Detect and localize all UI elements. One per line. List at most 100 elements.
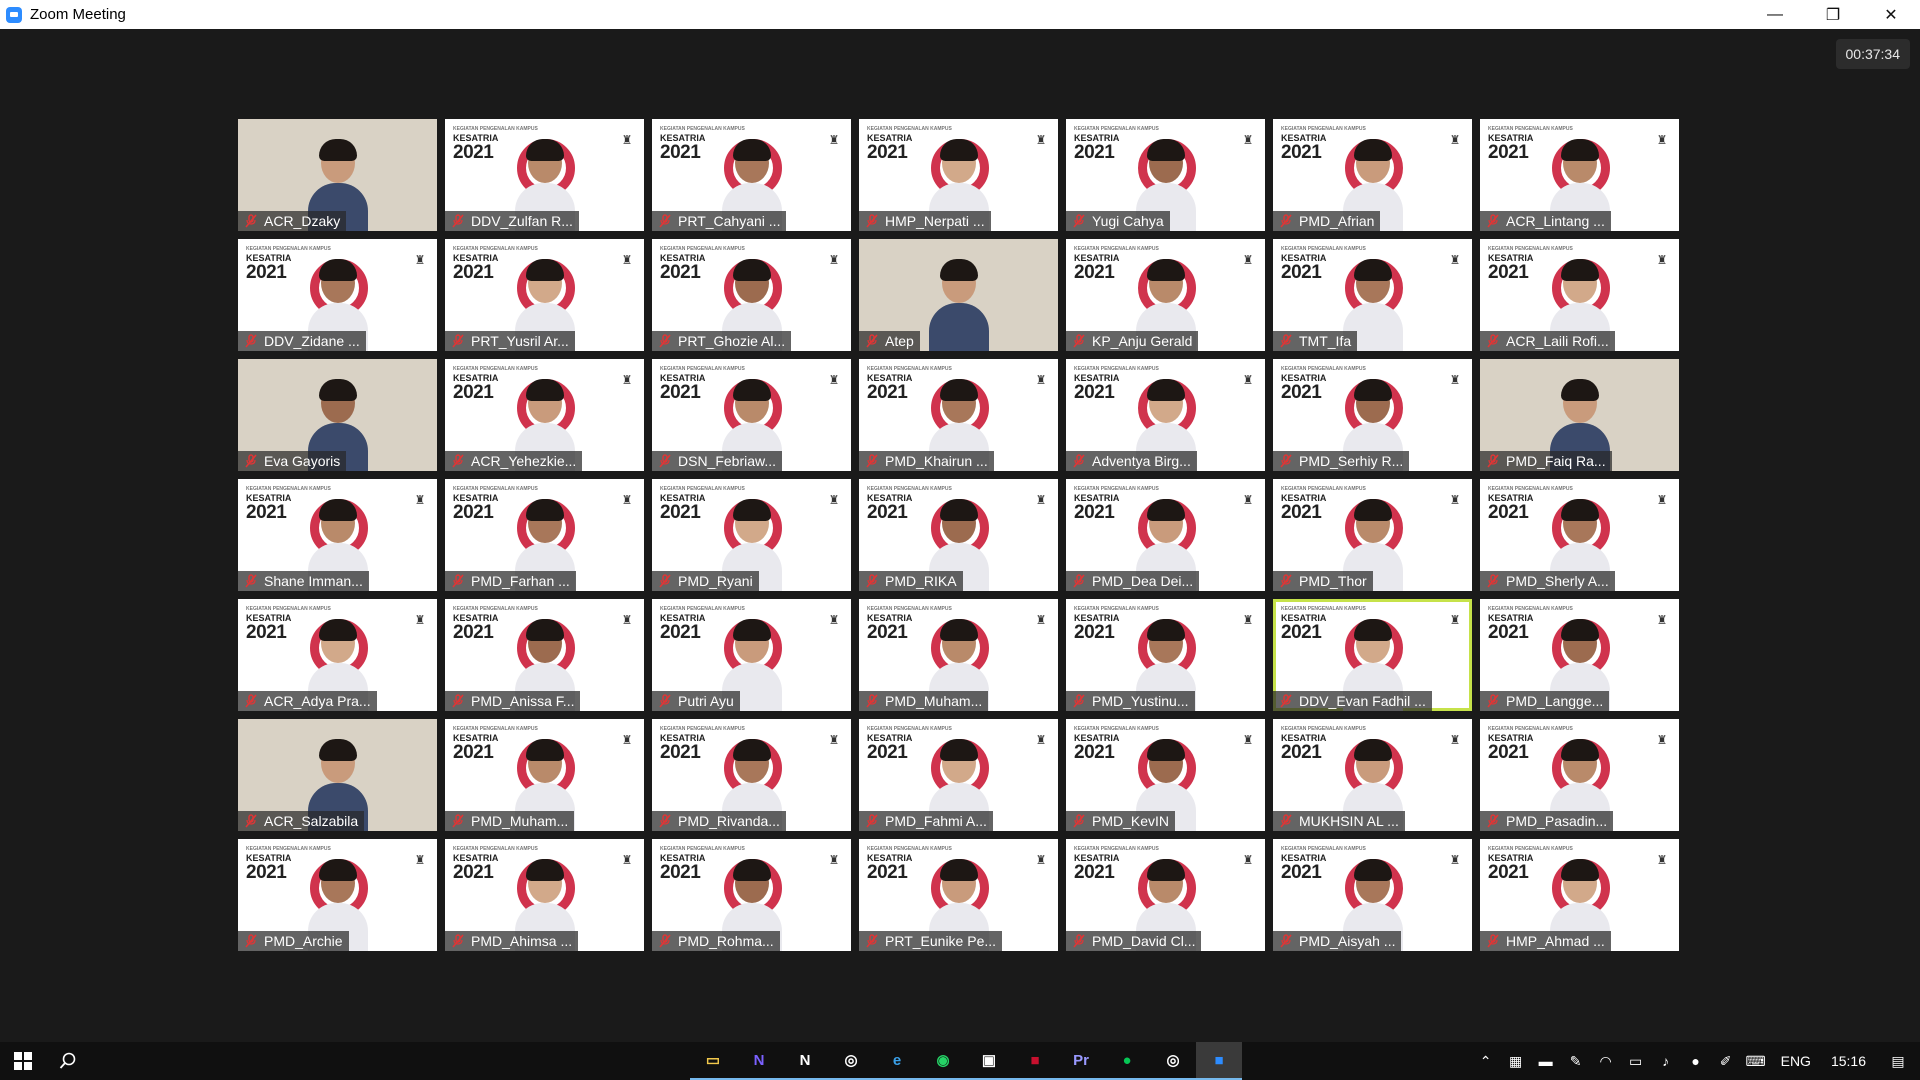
participant-tile[interactable]: KEGIATAN PENGENALAN KAMPUS KESATRIA 2021 ♜ P… [859,719,1058,831]
participant-tile[interactable]: KEGIATAN PENGENALAN KAMPUS KESATRIA 2021 ♜ Y… [1066,119,1265,231]
participant-tile[interactable]: KEGIATAN PENGENALAN KAMPUS KESATRIA 2021 ♜ P… [1273,359,1472,471]
taskbar-onenote-button[interactable]: N [736,1042,782,1080]
participant-tile[interactable]: KEGIATAN PENGENALAN KAMPUS KESATRIA 2021 ♜ P… [1066,599,1265,711]
touch-keyboard-icon[interactable]: ⌨ [1741,1042,1771,1080]
action-center-icon[interactable]: ▤ [1876,1042,1920,1080]
participant-tile[interactable]: KEGIATAN PENGENALAN KAMPUS KESATRIA 2021 ♜ P… [1480,599,1679,711]
participant-tile[interactable]: KEGIATAN PENGENALAN KAMPUS KESATRIA 2021 ♜ A… [1480,119,1679,231]
taskbar-line-button[interactable]: ● [1104,1042,1150,1080]
participant-tile[interactable]: KEGIATAN PENGENALAN KAMPUS KESATRIA 2021 ♜ S… [238,479,437,591]
participant-tile[interactable]: KEGIATAN PENGENALAN KAMPUS KESATRIA 2021 ♜ P… [1066,839,1265,951]
taskbar-chrome-button[interactable]: ◎ [1150,1042,1196,1080]
microphone-icon[interactable]: ● [1681,1042,1711,1080]
participant-tile[interactable]: KEGIATAN PENGENALAN KAMPUS KESATRIA 2021 ♜ P… [445,239,644,351]
logo-text: KEGIATAN PENGENALAN KAMPUS [1281,126,1366,132]
participant-tile[interactable]: KEGIATAN PENGENALAN KAMPUS KESATRIA 2021 ♜ H… [1480,839,1679,951]
participant-tile[interactable]: KEGIATAN PENGENALAN KAMPUS KESATRIA 2021 ♜ P… [859,359,1058,471]
dropbox-icon[interactable]: ▦ [1501,1042,1531,1080]
participant-tile[interactable]: KEGIATAN PENGENALAN KAMPUS KESATRIA 2021 ♜ A… [238,599,437,711]
participant-tile[interactable]: KEGIATAN PENGENALAN KAMPUS KESATRIA 2021 ♜ P… [445,599,644,711]
participant-tile[interactable]: KEGIATAN PENGENALAN KAMPUS KESATRIA 2021 ♜ P… [445,719,644,831]
taskbar-zoom-button[interactable]: ■ [1196,1042,1242,1080]
volume-icon[interactable]: ♪ [1651,1042,1681,1080]
participant-tile[interactable]: KEGIATAN PENGENALAN KAMPUS KESATRIA 2021 ♜ P… [652,599,851,711]
participant-tile[interactable]: KEGIATAN PENGENALAN KAMPUS KESATRIA 2021 ♜ P… [652,239,851,351]
participant-tile[interactable]: KEGIATAN PENGENALAN KAMPUS KESATRIA 2021 ♜ P… [859,479,1058,591]
restore-button[interactable]: ❐ [1804,0,1862,29]
start-button[interactable] [0,1042,46,1080]
participant-tile[interactable]: KEGIATAN PENGENALAN KAMPUS KESATRIA 2021 ♜ P… [445,479,644,591]
participant-tile[interactable]: KEGIATAN PENGENALAN KAMPUS KESATRIA 2021 ♜ P… [859,839,1058,951]
participant-tile[interactable]: KEGIATAN PENGENALAN KAMPUS KESATRIA 2021 ♜ P… [445,839,644,951]
participant-tile[interactable]: Eva Gayoris [238,359,437,471]
taskbar-premiere-button[interactable]: Pr [1058,1042,1104,1080]
search-button[interactable] [46,1042,90,1080]
close-button[interactable]: ✕ [1862,0,1920,29]
participant-tile[interactable]: KEGIATAN PENGENALAN KAMPUS KESATRIA 2021 ♜ P… [652,839,851,951]
participant-tile[interactable]: KEGIATAN PENGENALAN KAMPUS KESATRIA 2021 ♜ P… [652,119,851,231]
participant-tile[interactable]: ACR_Salzabila [238,719,437,831]
taskbar-notion-button[interactable]: N [782,1042,828,1080]
participant-tile[interactable]: KEGIATAN PENGENALAN KAMPUS KESATRIA 2021 ♜ P… [1480,719,1679,831]
participant-tile[interactable]: PMD_Faiq Ra... [1480,359,1679,471]
participant-name: PMD_Ahimsa ... [471,933,573,949]
logo-text: KEGIATAN PENGENALAN KAMPUS [660,726,745,732]
wifi-icon[interactable]: ◠ [1591,1042,1621,1080]
muted-mic-icon [1070,453,1088,469]
line-icon: ● [1122,1051,1132,1069]
muted-mic-icon [656,693,674,709]
participant-tile[interactable]: KEGIATAN PENGENALAN KAMPUS KESATRIA 2021 ♜ P… [1273,119,1472,231]
taskbar-chrome-button[interactable]: ◎ [828,1042,874,1080]
clock[interactable]: 15:16 [1821,1053,1876,1069]
participant-tile[interactable]: KEGIATAN PENGENALAN KAMPUS KESATRIA 2021 ♜ M… [1273,719,1472,831]
participant-tile[interactable]: KEGIATAN PENGENALAN KAMPUS KESATRIA 2021 ♜ T… [1273,239,1472,351]
taskbar-remote-desktop-button[interactable]: ▣ [966,1042,1012,1080]
participant-tile[interactable]: KEGIATAN PENGENALAN KAMPUS KESATRIA 2021 ♜ P… [652,479,851,591]
muted-mic-icon [449,813,467,829]
participant-tile[interactable]: KEGIATAN PENGENALAN KAMPUS KESATRIA 2021 ♜ D… [652,359,851,471]
participant-tile[interactable]: KEGIATAN PENGENALAN KAMPUS KESATRIA 2021 ♜ H… [859,119,1058,231]
participant-tile[interactable]: Atep [859,239,1058,351]
emblem-icon: ♜ [1242,133,1254,147]
taskbar-file-explorer-button[interactable]: ▭ [690,1042,736,1080]
participant-tile[interactable]: KEGIATAN PENGENALAN KAMPUS KESATRIA 2021 ♜ P… [238,839,437,951]
pen-icon[interactable]: ✎ [1561,1042,1591,1080]
muted-mic-icon [1484,813,1502,829]
participant-name: KP_Anju Gerald [1092,333,1193,349]
participant-tile[interactable]: KEGIATAN PENGENALAN KAMPUS KESATRIA 2021 ♜ P… [1273,479,1472,591]
participant-tile[interactable]: KEGIATAN PENGENALAN KAMPUS KESATRIA 2021 ♜ P… [1480,479,1679,591]
participant-tile[interactable]: KEGIATAN PENGENALAN KAMPUS KESATRIA 2021 ♜ A… [445,359,644,471]
participant-tile[interactable]: KEGIATAN PENGENALAN KAMPUS KESATRIA 2021 ♜ D… [238,239,437,351]
logo-text: KEGIATAN PENGENALAN KAMPUS [246,606,331,612]
participant-tile[interactable]: KEGIATAN PENGENALAN KAMPUS KESATRIA 2021 ♜ A… [1480,239,1679,351]
participant-tile[interactable]: KEGIATAN PENGENALAN KAMPUS KESATRIA 2021 ♜ K… [1066,239,1265,351]
participant-tile[interactable]: KEGIATAN PENGENALAN KAMPUS KESATRIA 2021 ♜ P… [1066,719,1265,831]
tablet-icon[interactable]: ▬ [1531,1042,1561,1080]
taskbar-app-red-button[interactable]: ■ [1012,1042,1058,1080]
emblem-icon: ♜ [1035,613,1047,627]
participant-tile[interactable]: ACR_Dzaky [238,119,437,231]
participant-tile[interactable]: KEGIATAN PENGENALAN KAMPUS KESATRIA 2021 ♜ D… [1273,599,1472,711]
taskbar-edge-button[interactable]: e [874,1042,920,1080]
chrome-icon: ◎ [1166,1052,1180,1069]
participant-tile[interactable]: KEGIATAN PENGENALAN KAMPUS KESATRIA 2021 ♜ P… [652,719,851,831]
language-indicator[interactable]: ENG [1771,1053,1821,1069]
emblem-icon: ♜ [1242,613,1254,627]
muted-mic-icon [656,933,674,949]
participant-tile[interactable]: KEGIATAN PENGENALAN KAMPUS KESATRIA 2021 ♜ P… [1066,479,1265,591]
participant-name: PMD_Rohma... [678,933,774,949]
emblem-icon: ♜ [1242,853,1254,867]
participant-name-bar: PMD_Ahimsa ... [445,931,579,951]
pen-workspace-icon[interactable]: ✐ [1711,1042,1741,1080]
battery-icon[interactable]: ▭ [1621,1042,1651,1080]
emblem-icon: ♜ [1656,613,1668,627]
show-hidden-icons-chevron-up-icon[interactable]: ⌃ [1471,1042,1501,1080]
participant-name: TMT_Ifa [1299,333,1352,349]
participant-tile[interactable]: KEGIATAN PENGENALAN KAMPUS KESATRIA 2021 ♜ P… [1273,839,1472,951]
participant-tile[interactable]: KEGIATAN PENGENALAN KAMPUS KESATRIA 2021 ♜ A… [1066,359,1265,471]
minimize-button[interactable]: — [1746,0,1804,29]
participant-tile[interactable]: KEGIATAN PENGENALAN KAMPUS KESATRIA 2021 ♜ P… [859,599,1058,711]
taskbar-whatsapp-button[interactable]: ◉ [920,1042,966,1080]
participant-tile[interactable]: KEGIATAN PENGENALAN KAMPUS KESATRIA 2021 ♜ D… [445,119,644,231]
participant-name-bar: PMD_Muham... [859,691,989,711]
